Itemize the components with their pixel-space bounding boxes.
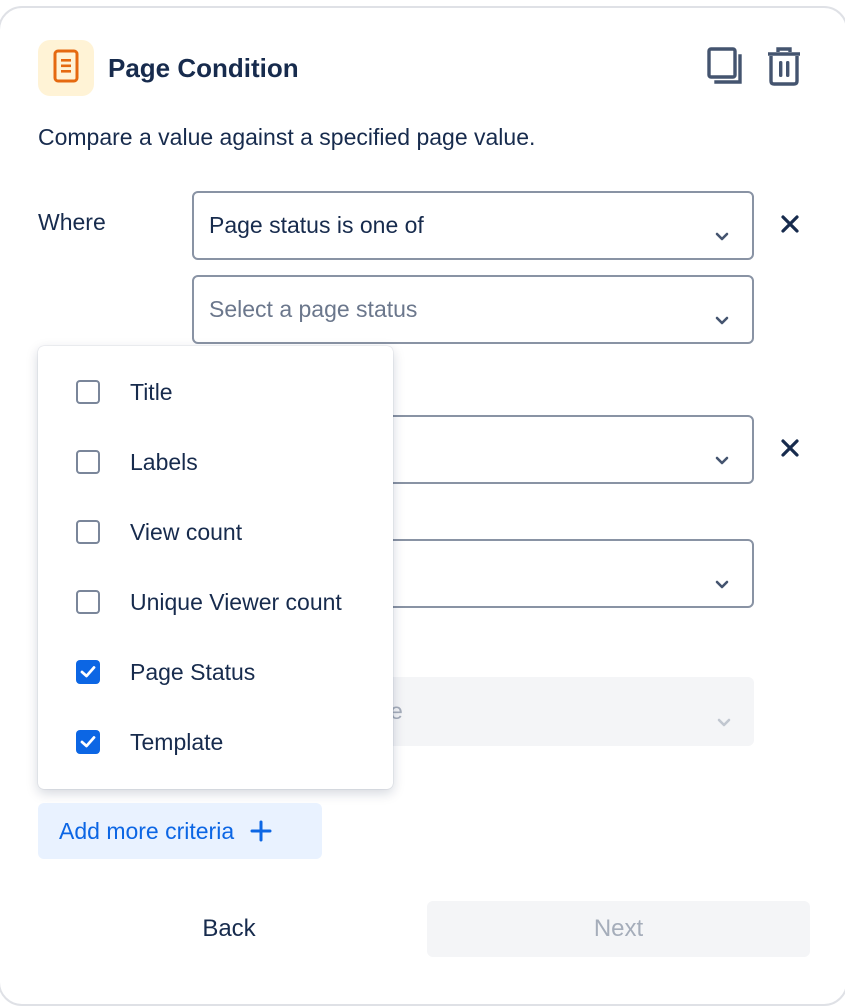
checkbox-unique-viewer-count[interactable] bbox=[76, 590, 100, 614]
page-condition-badge bbox=[38, 40, 94, 96]
remove-second-condition-button[interactable] bbox=[776, 436, 804, 464]
option-unique-viewer-count[interactable]: Unique Viewer count bbox=[38, 567, 393, 637]
trash-icon bbox=[767, 46, 801, 91]
option-page-status[interactable]: Page Status bbox=[38, 637, 393, 707]
duplicate-button[interactable] bbox=[707, 46, 745, 90]
remove-condition-button[interactable] bbox=[776, 212, 804, 240]
option-title[interactable]: Title bbox=[38, 357, 393, 427]
option-label: Unique Viewer count bbox=[130, 588, 342, 615]
checkbox-view-count[interactable] bbox=[76, 520, 100, 544]
checkbox-labels[interactable] bbox=[76, 450, 100, 474]
option-labels[interactable]: Labels bbox=[38, 427, 393, 497]
option-label: Title bbox=[130, 378, 173, 405]
checkbox-template[interactable] bbox=[76, 730, 100, 754]
add-criteria-label: Add more criteria bbox=[59, 817, 235, 844]
field-select-value: Page status is one of bbox=[209, 212, 424, 238]
close-icon bbox=[780, 438, 800, 463]
condition-description: Compare a value against a specified page… bbox=[38, 124, 536, 150]
option-label: Template bbox=[130, 728, 224, 755]
back-button[interactable]: Back bbox=[136, 901, 322, 957]
option-label: View count bbox=[130, 518, 243, 545]
where-label: Where bbox=[38, 209, 106, 235]
page-document-icon bbox=[53, 49, 79, 88]
option-label: Labels bbox=[130, 448, 198, 475]
header-actions bbox=[707, 46, 803, 90]
checkbox-page-status[interactable] bbox=[76, 660, 100, 684]
chevron-down-icon bbox=[714, 221, 730, 240]
page-title: Page Condition bbox=[108, 52, 299, 83]
close-icon bbox=[780, 214, 800, 239]
option-view-count[interactable]: View count bbox=[38, 497, 393, 567]
chevron-down-icon bbox=[716, 707, 732, 726]
chevron-down-icon bbox=[714, 569, 730, 588]
checkbox-title[interactable] bbox=[76, 380, 100, 404]
add-more-criteria-button[interactable]: Add more criteria bbox=[38, 803, 322, 859]
plus-icon bbox=[250, 820, 272, 842]
chevron-down-icon bbox=[714, 305, 730, 324]
chevron-down-icon bbox=[714, 445, 730, 464]
option-template[interactable]: Template bbox=[38, 707, 393, 777]
next-button[interactable]: Next bbox=[427, 901, 810, 957]
card-header: Page Condition bbox=[38, 40, 299, 96]
status-select[interactable]: Select a page status bbox=[192, 275, 754, 344]
option-label: Page Status bbox=[130, 658, 256, 685]
delete-button[interactable] bbox=[765, 46, 803, 90]
field-select[interactable]: Page status is one of bbox=[192, 191, 754, 260]
duplicate-icon bbox=[707, 46, 745, 90]
status-select-placeholder: Select a page status bbox=[209, 296, 418, 322]
criteria-dropdown-menu: Title Labels View count Unique Viewer co… bbox=[38, 346, 393, 789]
